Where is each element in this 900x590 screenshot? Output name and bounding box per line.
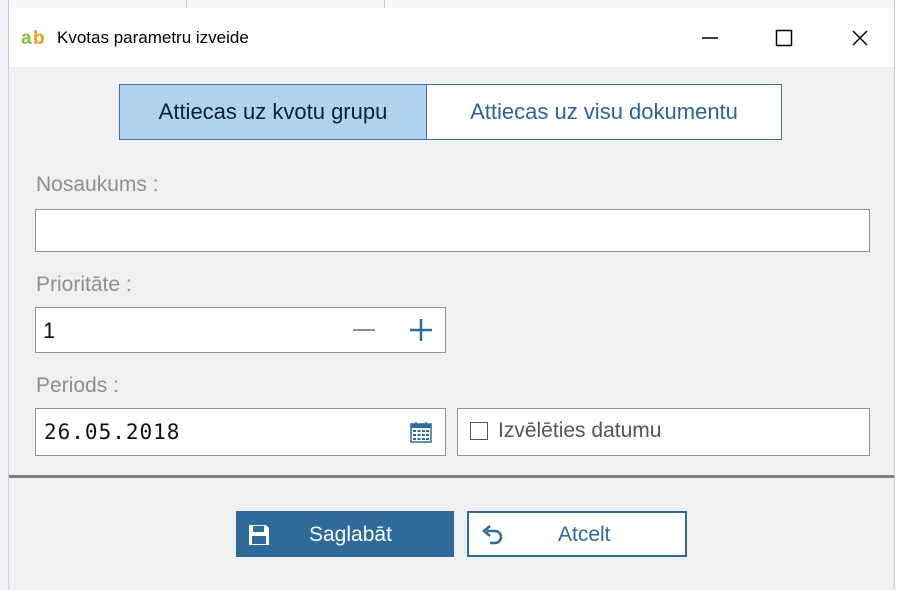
undo-icon	[482, 525, 503, 545]
priority-value: 1	[43, 318, 56, 343]
svg-text:b: b	[33, 28, 45, 48]
close-icon	[852, 29, 868, 46]
maximize-icon	[775, 29, 793, 46]
background-window-edge-right	[894, 0, 900, 590]
priority-stepper[interactable]: 1	[35, 307, 446, 353]
cancel-button[interactable]: Atcelt	[467, 511, 687, 557]
increment-button[interactable]	[404, 314, 438, 346]
date-value: 26.05.2018	[44, 420, 181, 444]
maximize-button[interactable]	[755, 8, 813, 67]
tab-quota-group[interactable]: Attiecas uz kvotu grupu	[120, 85, 427, 139]
title-bar: a b Kvotas parametru izveide	[9, 8, 894, 67]
save-label: Saglabāt	[309, 523, 392, 546]
decrement-button[interactable]	[347, 314, 381, 346]
save-button[interactable]: Saglabāt	[236, 511, 454, 557]
plus-icon	[410, 319, 432, 341]
calendar-icon	[410, 422, 432, 443]
period-label: Periods :	[36, 374, 119, 397]
close-button[interactable]	[831, 8, 889, 67]
choose-date-checkbox[interactable]	[470, 422, 488, 440]
svg-text:a: a	[21, 28, 32, 48]
choose-date-label[interactable]: Izvēlēties datumu	[498, 419, 661, 443]
date-input[interactable]: 26.05.2018	[35, 408, 446, 456]
footer-divider	[9, 475, 894, 478]
floppy-disk-icon	[249, 525, 269, 545]
dialog-window: a b Kvotas parametru izveide Attiecas uz…	[9, 8, 894, 590]
name-label: Nosaukums :	[36, 173, 159, 196]
tab-whole-document[interactable]: Attiecas uz visu dokumentu	[427, 85, 781, 139]
cancel-label: Atcelt	[558, 523, 611, 546]
minimize-button[interactable]	[681, 8, 739, 67]
name-input[interactable]	[35, 209, 870, 252]
calendar-button[interactable]	[404, 415, 438, 449]
minus-icon	[353, 329, 375, 331]
scope-tab-group: Attiecas uz kvotu grupu Attiecas uz visu…	[119, 84, 782, 140]
minimize-icon	[702, 36, 718, 39]
background-window-strip	[9, 0, 894, 8]
priority-label: Prioritāte :	[36, 273, 132, 296]
choose-date-option: Izvēlēties datumu	[457, 408, 870, 456]
background-window-edge	[0, 0, 9, 590]
window-title: Kvotas parametru izveide	[57, 28, 249, 47]
app-logo-icon: a b	[21, 28, 45, 48]
